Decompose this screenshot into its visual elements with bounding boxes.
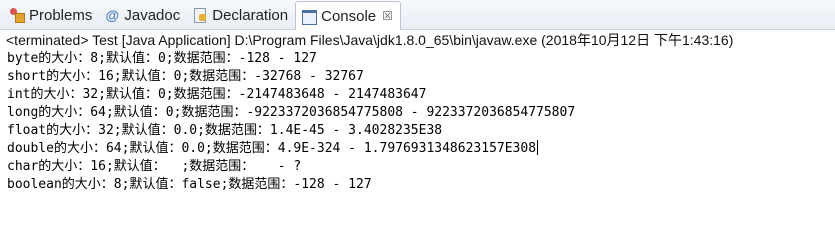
tab-console[interactable]: Console ☒	[295, 1, 401, 30]
console-line: byte的大小：8;默认值：0;数据范围：-128 - 127	[7, 51, 317, 66]
console-line: double的大小：64;默认值：0.0;数据范围：4.9E-324 - 1.7…	[7, 140, 539, 156]
console-line: char的大小：16;默认值： ;数据范围： - ?	[7, 159, 302, 174]
declaration-icon	[192, 7, 208, 23]
console-line: boolean的大小：8;默认值：false;数据范围：-128 - 127	[7, 177, 372, 192]
tab-declaration[interactable]: Declaration	[187, 1, 295, 29]
javadoc-icon: @	[105, 7, 120, 23]
tab-problems-label: Problems	[29, 6, 93, 24]
console-line: int的大小：32;默认值：0;数据范围：-2147483648 - 21474…	[7, 87, 427, 102]
tab-javadoc-label: Javadoc	[124, 6, 181, 24]
tab-problems[interactable]: Problems	[4, 1, 99, 29]
text-caret	[537, 140, 539, 155]
console-line: long的大小：64;默认值：0;数据范围：-92233720368547758…	[7, 105, 576, 120]
view-tab-bar: Problems @ Javadoc Declaration Console ☒	[0, 0, 835, 30]
console-line: float的大小：32;默认值：0.0;数据范围：1.4E-45 - 3.402…	[7, 123, 443, 138]
close-icon[interactable]: ☒	[382, 9, 393, 23]
console-output[interactable]: byte的大小：8;默认值：0;数据范围：-128 - 127 short的大小…	[0, 50, 835, 234]
console-status-line: <terminated> Test [Java Application] D:\…	[6, 32, 734, 48]
console-line: short的大小：16;默认值：0;数据范围：-32768 - 32767	[7, 69, 364, 84]
tab-declaration-label: Declaration	[212, 6, 289, 24]
tab-javadoc[interactable]: @ Javadoc	[99, 1, 187, 29]
tab-console-label: Console	[321, 7, 377, 25]
problems-icon	[9, 7, 25, 23]
console-icon	[301, 8, 318, 25]
